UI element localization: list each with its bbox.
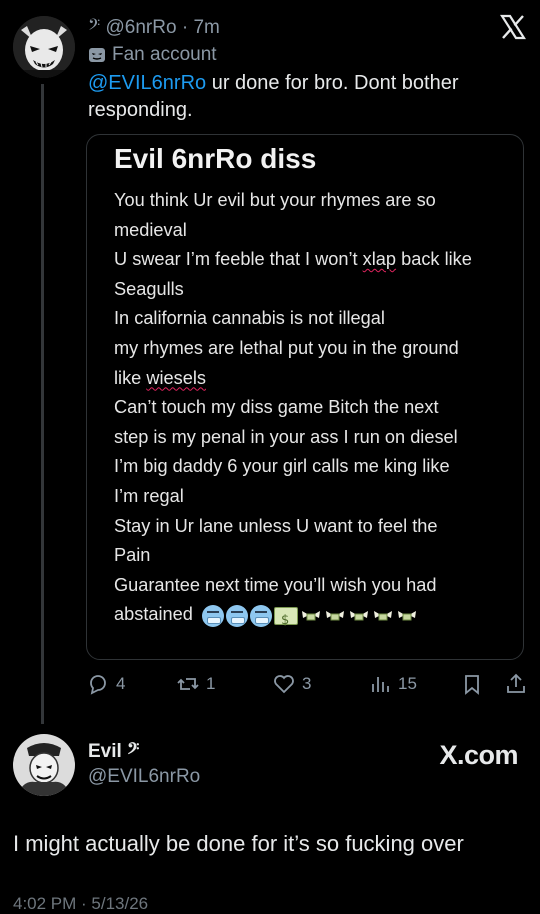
- like-count: 3: [302, 674, 312, 693]
- emoji-row: [201, 604, 418, 635]
- lyric-line: I’m big daddy 6 your girl calls me king …: [114, 456, 450, 477]
- lyric-line: Seagulls: [114, 278, 184, 299]
- views-count: 15: [398, 674, 417, 693]
- author-handle[interactable]: @6nrRo: [106, 17, 177, 38]
- header-separator: ·: [176, 17, 194, 38]
- dollar-bill-emoji-icon: [273, 606, 298, 635]
- lyric-line: U swear I’m feeble that I won’t xlap bac…: [114, 249, 472, 270]
- share-icon: [507, 673, 525, 693]
- lyric-line: Pain: [114, 545, 151, 566]
- share-button[interactable]: [504, 672, 528, 696]
- lyric-line: Can’t touch my diss game Bitch the next: [114, 397, 439, 418]
- card-title: Evil 6nrRo diss: [114, 143, 317, 174]
- money-wings-emoji-icon: [397, 610, 416, 620]
- reply-author-name[interactable]: Evil 𝄢: [88, 741, 139, 763]
- like-button[interactable]: 3: [272, 672, 311, 696]
- lyric-line: I’m regal: [114, 485, 184, 506]
- money-wings-emoji-icon: [349, 610, 368, 620]
- avatar[interactable]: [13, 16, 75, 78]
- retweet-count: 1: [206, 674, 216, 693]
- action-bar: 4 1 3 15: [86, 672, 530, 700]
- cold-face-emoji-icon: [225, 604, 248, 627]
- quote-text: I might actually be done for it’s so fuc…: [13, 831, 464, 856]
- reply-author-handle[interactable]: @EVIL6nrRo: [88, 766, 200, 788]
- reply-avatar[interactable]: [13, 734, 75, 796]
- misspelled-word: xlap: [362, 249, 397, 270]
- misspelled-word: wiesels: [146, 367, 206, 388]
- lyric-line-last: abstained: [114, 600, 514, 635]
- views-icon: [372, 677, 389, 692]
- tweet-text: @EVIL6nrRo ur done for bro. Dont bother …: [88, 70, 508, 124]
- bookmark-button[interactable]: [460, 672, 484, 696]
- fan-account-label: Fan account: [88, 44, 217, 66]
- reply-button[interactable]: 4: [86, 672, 125, 696]
- money-wings-emoji-icon: [325, 610, 344, 620]
- reply-avatar-image: [13, 734, 75, 796]
- money-wings-emoji-icon: [373, 610, 392, 620]
- bookmark-icon: [465, 675, 479, 695]
- tweet-time[interactable]: 7m: [193, 17, 219, 38]
- retweet-icon: [177, 678, 199, 690]
- mask-icon: [89, 48, 105, 62]
- thread-line: [41, 84, 44, 724]
- cold-face-emoji-icon: [201, 604, 224, 627]
- x-logo-icon[interactable]: [500, 14, 526, 40]
- lyric-line: my rhymes are lethal put you in the grou…: [114, 337, 459, 358]
- mask-avatar-image: [13, 16, 75, 78]
- lyric-line: step is my penal in your ass I run on di…: [114, 426, 458, 447]
- lyrics-block: You think Ur evil but your rhymes are so…: [114, 186, 514, 635]
- reply-icon: [90, 675, 106, 695]
- reply-count: 4: [116, 674, 126, 693]
- lyric-line: You think Ur evil but your rhymes are so: [114, 190, 436, 210]
- lyric-line: Stay in Ur lane unless U want to feel th…: [114, 515, 438, 536]
- xcom-brand: X.com: [439, 740, 518, 770]
- lyric-text: abstained: [114, 604, 193, 625]
- cold-face-emoji-icon: [249, 604, 272, 627]
- retweet-button[interactable]: 1: [176, 672, 215, 696]
- fan-account-text: Fan account: [112, 44, 217, 65]
- views-button[interactable]: 15: [368, 672, 417, 696]
- timestamp-footer: 4:02 PM · 5/13/26: [13, 894, 149, 913]
- mention-link[interactable]: @EVIL6nrRo: [88, 72, 206, 94]
- like-icon: [274, 675, 294, 694]
- lyric-line: Guarantee next time you’ll wish you had: [114, 574, 437, 595]
- money-wings-emoji-icon: [301, 610, 320, 620]
- lyric-line: like wiesels: [114, 367, 206, 388]
- author-symbol: 𝄢: [88, 16, 101, 38]
- lyric-line: In california cannabis is not illegal: [114, 308, 385, 329]
- lyric-line: medieval: [114, 219, 187, 240]
- tweet-header: 𝄢 @6nrRo · 7m: [88, 16, 220, 39]
